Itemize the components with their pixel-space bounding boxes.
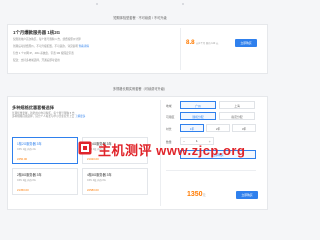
duration-label: 时长 xyxy=(166,127,172,131)
plan-option[interactable]: 4核8G服务器 3年 CPU 4核 内存 8G ¥2580.00 xyxy=(82,168,148,195)
card1-desc-line: 仅限新用户首次购买，每个账号限购 1 台，续费按原价计算 xyxy=(13,38,81,41)
form-divider xyxy=(166,170,256,171)
card1-details-link[interactable]: 查看详情 xyxy=(79,45,89,48)
card1-price: 8.8 xyxy=(186,39,195,46)
duration-option[interactable]: 1年 xyxy=(180,124,204,132)
card1-desc-line: 到期后可续费原价，不可升级配置，不可退款，详见说明 查看详情 xyxy=(13,45,89,48)
watermark-text: 主机测评 www.zjcp.org xyxy=(98,143,246,158)
region-option[interactable]: 上海 xyxy=(219,101,255,109)
card2-desc: 长期优惠套餐，新老用户均可购买，每个账号限购 5 台 多种规格自由选择，适合个人… xyxy=(12,112,86,119)
section1-title: 短期体验型套餐 · 不可续费 / 不可升级 xyxy=(113,16,167,20)
region-label: 地域 xyxy=(166,104,172,108)
card1-divider xyxy=(180,28,181,70)
duration-option[interactable]: 3年 xyxy=(232,124,256,132)
card1-title: 1个月爆款服务器 1核2G xyxy=(13,30,61,35)
plan-option[interactable]: 2核8G服务器 3年 CPU 2核 内存 8G ¥1350.00 xyxy=(12,168,78,195)
card1-desc-line: 包含 1 个公网 IP，40G 系统盘，带宽 3M 按固定带宽 xyxy=(13,52,74,55)
section2-title: 多规格长期实例套餐（可续费可升级） xyxy=(112,87,168,91)
card2-title: 多种规格优惠套餐选择 xyxy=(12,105,54,110)
zone-label: 可用区 xyxy=(166,115,175,119)
top-bar xyxy=(0,0,280,10)
plan-option[interactable]: 1核2G服务器 3年 CPU 1核 内存 2G ¥450.00 xyxy=(12,137,78,164)
region-option[interactable]: 广州 xyxy=(180,101,216,109)
nav-dot xyxy=(182,3,184,5)
card1-desc-line: 配送：支持多地域选择，开通后即可使用 xyxy=(13,59,60,62)
nav-dot xyxy=(96,3,98,5)
duration-option[interactable]: 2年 xyxy=(206,124,230,132)
zone-option[interactable]: 随机分配 xyxy=(180,112,216,120)
zone-option[interactable]: 指定分配 xyxy=(219,112,255,120)
card1-price-note: 元/1个月 原价 120 元 xyxy=(196,42,219,45)
watermark-logo-icon xyxy=(78,141,92,155)
card2-buy-button[interactable]: 立即购买 xyxy=(236,191,258,199)
card2-more-link[interactable]: 了解更多 xyxy=(75,115,85,118)
card1-buy-button[interactable]: 立即购买 xyxy=(235,39,257,47)
card2-price: 1350元 xyxy=(187,191,206,198)
